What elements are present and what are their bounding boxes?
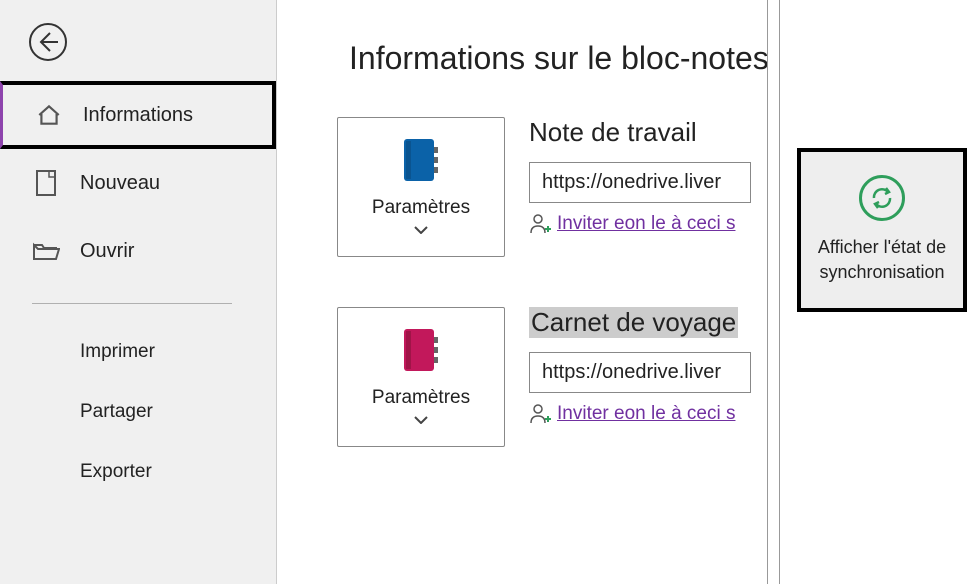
sync-status-button[interactable]: Afficher l'état de synchronisation — [797, 148, 967, 312]
sidebar-sublabel: Exporter — [80, 461, 152, 483]
person-add-icon — [529, 403, 551, 425]
notebook-url-field[interactable]: https://onedrive.liver — [529, 162, 751, 203]
vertical-divider — [779, 0, 780, 584]
notebook-info: Carnet de voyage https://onedrive.liver … — [529, 307, 978, 425]
notebook-row: Paramètres Carnet de voyage https://oned… — [337, 307, 978, 447]
notebook-title: Carnet de voyage — [529, 307, 738, 338]
sidebar-sublabel: Imprimer — [80, 341, 155, 363]
settings-label: Paramètres — [372, 387, 470, 409]
sidebar-divider — [32, 303, 232, 304]
sync-icon — [859, 175, 905, 221]
invite-text: Inviter eon le à ceci s — [557, 403, 735, 425]
home-icon — [35, 101, 63, 129]
sidebar-label: Nouveau — [80, 172, 160, 195]
sidebar-sublabel: Partager — [80, 401, 153, 423]
arrow-left-circle-icon — [28, 22, 68, 62]
invite-link[interactable]: Inviter eon le à ceci s — [529, 403, 757, 425]
sidebar-label: Ouvrir — [80, 240, 134, 263]
sync-label: Afficher l'état de synchronisation — [809, 235, 955, 285]
settings-dropdown-button[interactable]: Paramètres — [337, 117, 505, 257]
sidebar: Informations Nouveau Ouvrir Imprimer Par… — [0, 0, 277, 584]
settings-dropdown-button[interactable]: Paramètres — [337, 307, 505, 447]
page-icon — [32, 169, 60, 197]
notebook-url-field[interactable]: https://onedrive.liver — [529, 352, 751, 393]
sidebar-item-imprimer[interactable]: Imprimer — [0, 322, 276, 382]
sidebar-item-exporter[interactable]: Exporter — [0, 442, 276, 502]
notebook-icon — [396, 135, 446, 185]
invite-link[interactable]: Inviter eon le à ceci s — [529, 213, 757, 235]
sidebar-item-nouveau[interactable]: Nouveau — [0, 149, 276, 217]
notebook-icon — [396, 325, 446, 375]
chevron-down-icon — [414, 411, 428, 429]
sidebar-item-partager[interactable]: Partager — [0, 382, 276, 442]
page-title: Informations sur le bloc-notes — [349, 40, 978, 77]
invite-text: Inviter eon le à ceci s — [557, 213, 735, 235]
sidebar-item-informations[interactable]: Informations — [0, 81, 276, 149]
person-add-icon — [529, 213, 551, 235]
sidebar-item-ouvrir[interactable]: Ouvrir — [0, 217, 276, 285]
vertical-divider — [767, 0, 768, 584]
chevron-down-icon — [414, 221, 428, 239]
settings-label: Paramètres — [372, 197, 470, 219]
back-button[interactable] — [24, 18, 72, 66]
notebook-title: Note de travail — [529, 117, 978, 148]
folder-open-icon — [32, 237, 60, 265]
sidebar-label: Informations — [83, 104, 193, 127]
